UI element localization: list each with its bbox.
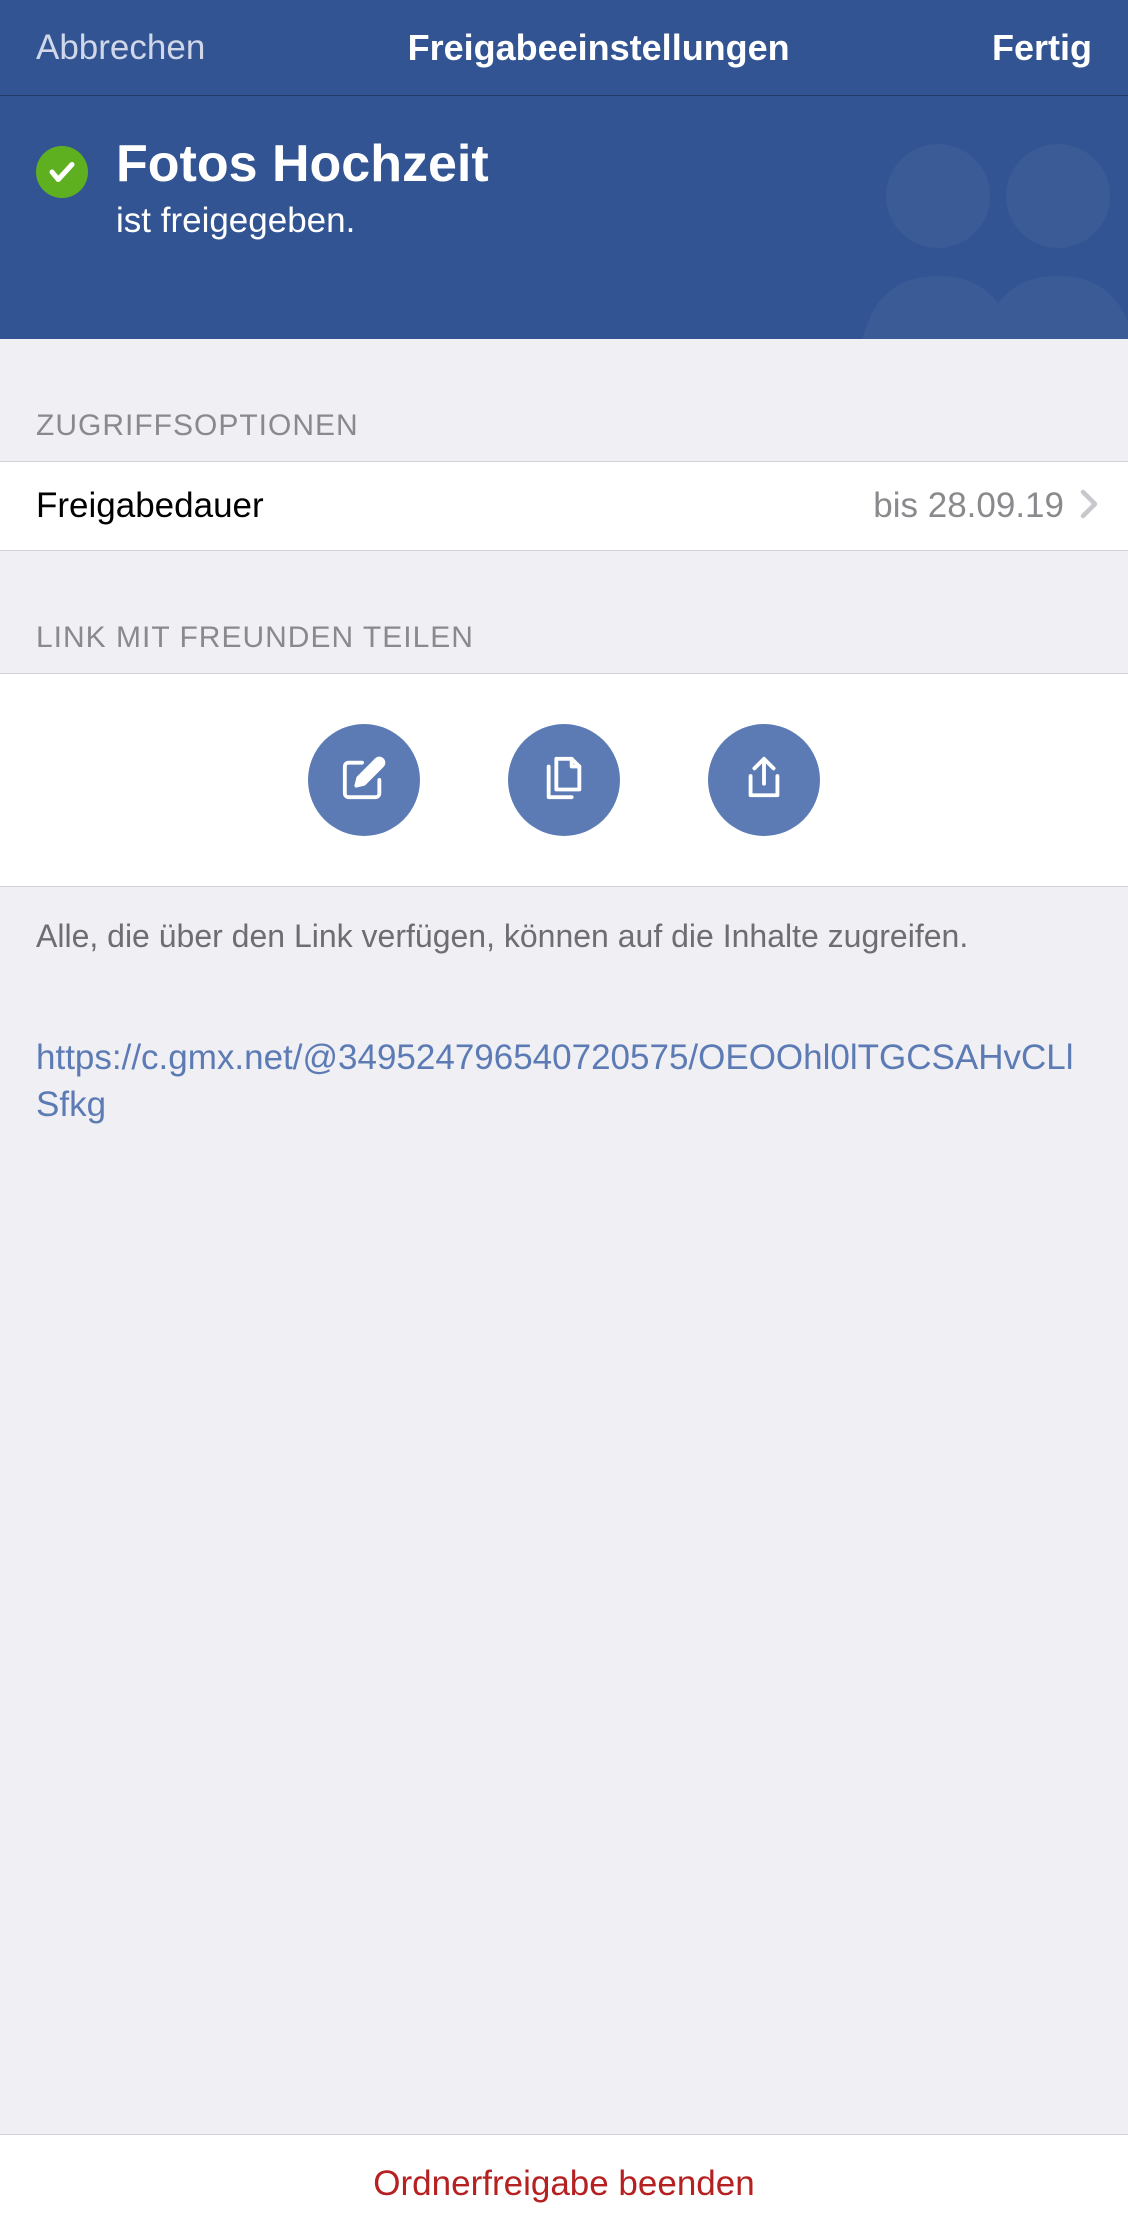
share-actions-panel [0,673,1128,887]
share-duration-row[interactable]: Freigabedauer bis 28.09.19 [0,461,1128,551]
copy-icon [541,755,587,806]
chevron-right-icon [1080,489,1098,524]
check-circle-icon [36,146,88,198]
compose-icon [341,755,387,806]
share-link-header: LINK MIT FREUNDEN TEILEN [0,551,1128,673]
navbar: Abbrechen Freigabeeinstellungen Fertig [0,0,1128,96]
share-icon [741,755,787,806]
share-status-text: ist freigegeben. [116,201,489,241]
share-info-text: Alle, die über den Link verfügen, können… [0,887,1128,986]
stop-sharing-label: Ordnerfreigabe beenden [373,2164,754,2204]
stop-sharing-button[interactable]: Ordnerfreigabe beenden [0,2134,1128,2232]
page-title: Freigabeeinstellungen [408,27,790,69]
folder-name: Fotos Hochzeit [116,136,489,193]
cancel-button[interactable]: Abbrechen [36,28,205,68]
done-button[interactable]: Fertig [992,27,1092,69]
access-options-header: ZUGRIFFSOPTIONEN [0,339,1128,461]
share-button[interactable] [708,724,820,836]
share-url[interactable]: https://c.gmx.net/@349524796540720575/OE… [0,986,1128,1177]
copy-button[interactable] [508,724,620,836]
compose-button[interactable] [308,724,420,836]
share-duration-label: Freigabedauer [36,486,264,526]
share-status-hero: Fotos Hochzeit ist freigegeben. [0,96,1128,339]
share-duration-value: bis 28.09.19 [873,486,1064,526]
